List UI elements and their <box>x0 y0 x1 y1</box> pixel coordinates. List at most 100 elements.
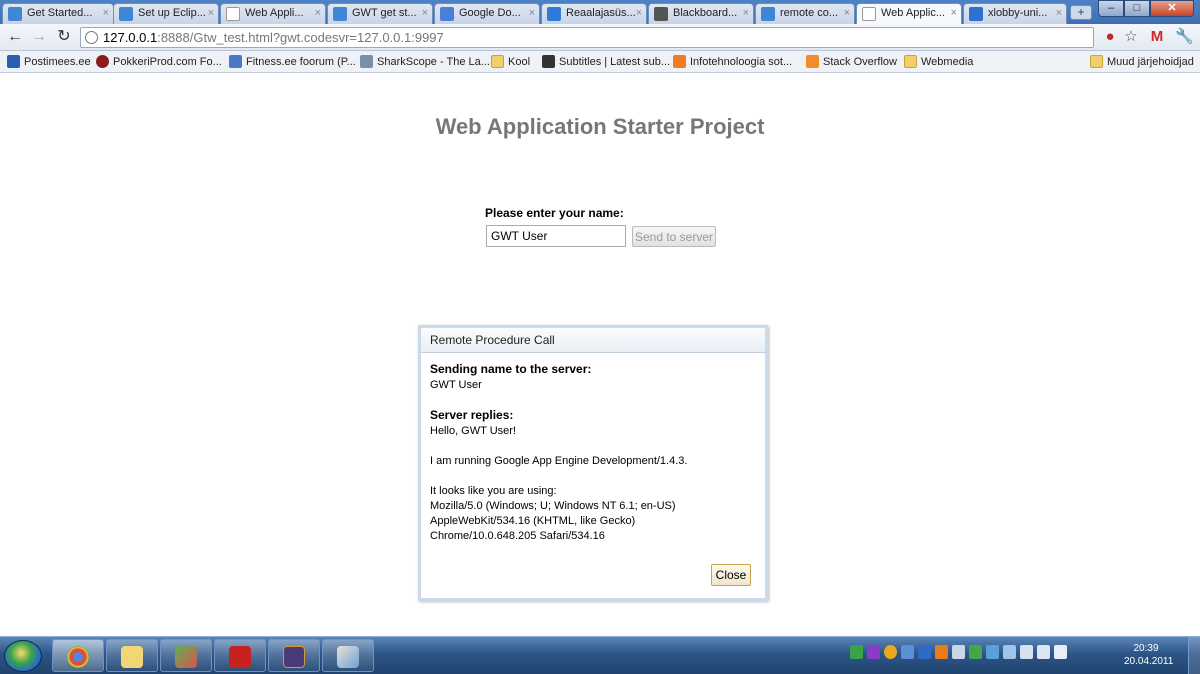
bookmark-label: Kool <box>508 56 531 68</box>
bookmark-label: Fitness.ee foorum (P... <box>246 56 356 68</box>
forward-arrow-icon[interactable]: → <box>30 28 48 46</box>
tray-app-icon[interactable] <box>884 645 897 659</box>
show-desktop-button[interactable] <box>1188 637 1200 674</box>
bookmark-label: Webmedia <box>921 56 974 68</box>
system-tray <box>850 645 1067 665</box>
tab-google-docs[interactable]: Google Do... × <box>434 3 540 24</box>
close-icon[interactable]: × <box>422 4 428 23</box>
eclipse-icon <box>283 646 305 668</box>
tab-web-application-active[interactable]: Web Applic... × <box>856 3 962 24</box>
tab-get-started[interactable]: Get Started... × <box>2 3 114 24</box>
bookmark-label: Subtitles | Latest sub... <box>559 56 671 68</box>
signal-icon[interactable] <box>1020 645 1033 659</box>
browser-tab-strip: Get Started... × Set up Eclip... × Web A… <box>0 0 1200 24</box>
gwt-icon <box>119 7 133 21</box>
bookmark-folder-webmedia[interactable]: Webmedia <box>904 55 973 69</box>
blackboard-icon <box>654 7 668 21</box>
tab-reaalajasusteemid[interactable]: Reaalajasüs... × <box>541 3 647 24</box>
sending-value: GWT User <box>430 379 482 391</box>
minimize-button[interactable]: – <box>1098 0 1124 17</box>
tray-app-icon[interactable] <box>969 645 982 659</box>
rpc-dialog: Remote Procedure Call Sending name to th… <box>418 325 768 601</box>
tray-app-icon[interactable] <box>850 645 863 659</box>
tray-app-icon[interactable] <box>986 645 999 659</box>
gmail-icon[interactable]: M <box>1148 28 1166 46</box>
gwt-icon <box>333 7 347 21</box>
send-to-server-button[interactable]: Send to server <box>632 226 716 247</box>
taskbar-paint[interactable] <box>322 639 374 672</box>
start-button[interactable] <box>4 640 42 672</box>
bookmark-label: Stack Overflow <box>823 56 897 68</box>
tab-label: Set up Eclip... <box>138 7 206 19</box>
bookmark-fitness[interactable]: Fitness.ee foorum (P... <box>229 55 356 69</box>
power-icon[interactable] <box>1037 645 1050 659</box>
reply-heading: Server replies: <box>430 408 514 422</box>
bookmark-postimees[interactable]: Postimees.ee <box>7 55 91 69</box>
address-bar[interactable]: 127.0.0.1:8888/Gtw_test.html?gwt.codesvr… <box>80 27 1094 48</box>
bookmark-subtitles[interactable]: Subtitles | Latest sub... <box>542 55 670 69</box>
star-icon[interactable]: ☆ <box>1122 28 1140 46</box>
close-icon[interactable]: × <box>951 4 957 23</box>
taskbar-eclipse[interactable] <box>268 639 320 672</box>
tab-label: GWT get st... <box>352 7 417 19</box>
new-tab-button[interactable]: + <box>1070 5 1092 20</box>
taskbar-network[interactable] <box>160 639 212 672</box>
tab-label: Get Started... <box>27 7 93 19</box>
window-close-button[interactable]: ✕ <box>1150 0 1194 17</box>
close-icon[interactable]: × <box>315 4 321 23</box>
taskbar-chrome[interactable] <box>52 639 104 672</box>
close-icon[interactable]: × <box>1056 4 1062 23</box>
tab-set-up-eclipse[interactable]: Set up Eclip... × <box>113 3 219 24</box>
bookmark-folder-kool[interactable]: Kool <box>491 55 530 69</box>
back-arrow-icon[interactable]: ← <box>6 28 24 46</box>
name-field-label: Please enter your name: <box>485 206 624 220</box>
close-icon[interactable]: × <box>743 4 749 23</box>
close-icon[interactable]: × <box>103 4 109 23</box>
tray-app-icon[interactable] <box>935 645 948 659</box>
bookmark-sharkscope[interactable]: SharkScope - The La... <box>360 55 490 69</box>
close-icon[interactable]: × <box>529 4 535 23</box>
page-icon <box>226 7 240 21</box>
pokker-icon <box>96 55 109 68</box>
tray-app-icon[interactable] <box>918 645 931 659</box>
tab-gwt-get-started[interactable]: GWT get st... × <box>327 3 433 24</box>
bluetooth-icon[interactable] <box>1003 645 1016 659</box>
server-info-line: I am running Google App Engine Developme… <box>430 455 688 467</box>
reload-icon[interactable]: ↻ <box>55 28 73 46</box>
tab-label: Blackboard... <box>673 7 738 19</box>
taskbar-explorer[interactable] <box>106 639 158 672</box>
close-icon[interactable]: × <box>208 4 214 23</box>
bookmark-infotehnoloogia[interactable]: Infotehnoloogia sot... <box>673 55 792 69</box>
extension-icon[interactable]: ● <box>1101 28 1119 46</box>
sending-heading: Sending name to the server: <box>430 362 592 376</box>
explorer-folder-icon <box>121 646 143 668</box>
wrench-icon[interactable]: 🔧 <box>1175 28 1194 46</box>
bookmark-pokkeriprod[interactable]: PokkeriProd.com Fo... <box>96 55 222 69</box>
tray-app-icon[interactable] <box>901 645 914 659</box>
bookmark-stack-overflow[interactable]: Stack Overflow <box>806 55 897 69</box>
tab-blackboard[interactable]: Blackboard... × <box>648 3 754 24</box>
dialog-close-button[interactable]: Close <box>711 564 751 586</box>
tab-web-appli[interactable]: Web Appli... × <box>220 3 326 24</box>
tab-xlobby[interactable]: xlobby-uni... × <box>963 3 1067 24</box>
name-input[interactable] <box>486 225 626 247</box>
reply-value: Hello, GWT User! <box>430 425 516 437</box>
tab-label: Reaalajasüs... <box>566 7 636 19</box>
volume-icon[interactable] <box>1054 645 1067 659</box>
tab-label: Web Appli... <box>245 7 304 19</box>
window-controls: – □ ✕ <box>1098 0 1194 18</box>
other-bookmarks[interactable]: Muud järjehoidjad <box>1090 55 1194 69</box>
taskbar-acrobat[interactable] <box>214 639 266 672</box>
acrobat-icon <box>229 646 251 668</box>
taskbar-clock[interactable]: 20:39 20.04.2011 <box>1124 642 1174 668</box>
tray-app-icon[interactable] <box>952 645 965 659</box>
tab-remote-co[interactable]: remote co... × <box>755 3 855 24</box>
tray-app-icon[interactable] <box>867 645 880 659</box>
clock-date: 20.04.2011 <box>1124 656 1174 667</box>
maximize-button[interactable]: □ <box>1124 0 1150 17</box>
close-icon[interactable]: × <box>844 4 850 23</box>
close-icon[interactable]: × <box>636 4 642 23</box>
bookmarks-bar: Postimees.ee PokkeriProd.com Fo... Fitne… <box>0 51 1200 73</box>
folder-icon <box>547 7 561 21</box>
page-icon <box>862 7 876 21</box>
